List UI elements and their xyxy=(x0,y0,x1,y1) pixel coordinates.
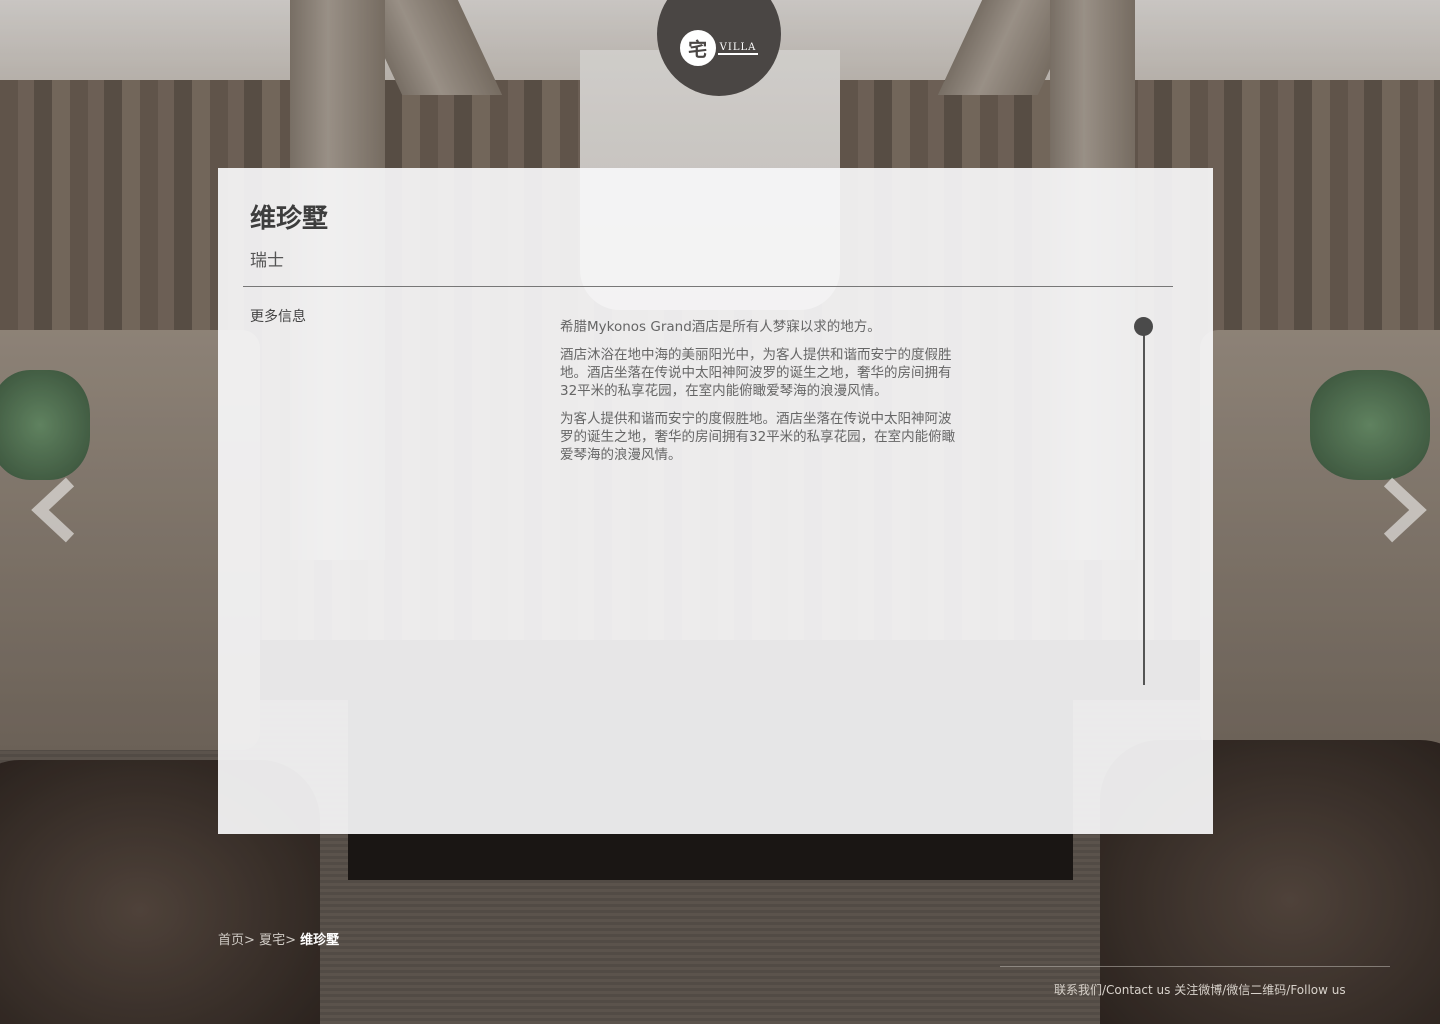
logo-glyph: 宅 xyxy=(679,30,716,66)
contact-link[interactable]: 联系我们/Contact us xyxy=(1054,983,1170,997)
footer-links: 联系我们/Contact us 关注微博/微信二维码/Follow us xyxy=(1054,981,1346,998)
more-info-link[interactable]: 更多信息 xyxy=(250,306,306,326)
property-card: 维珍墅 瑞士 更多信息 希腊Mykonos Grand酒店是所有人梦寐以求的地方… xyxy=(218,168,1213,834)
breadcrumb-current: 维珍墅 xyxy=(300,933,340,948)
logo-tag: VILLA xyxy=(717,41,759,55)
breadcrumb-separator: > xyxy=(244,933,255,948)
description-paragraph: 酒店沐浴在地中海的美丽阳光中，为客人提供和谐而安宁的度假胜地。酒店坐落在传说中太… xyxy=(560,347,952,399)
breadcrumb-home[interactable]: 首页 xyxy=(218,933,244,948)
chevron-left-icon xyxy=(31,477,75,543)
property-title: 维珍墅 xyxy=(250,204,329,234)
breadcrumb: 首页> 夏宅> 维珍墅 xyxy=(218,929,339,948)
scrollbar-track[interactable] xyxy=(1143,318,1145,685)
follow-link[interactable]: 关注微博/微信二维码/Follow us xyxy=(1174,983,1345,997)
breadcrumb-separator: > xyxy=(285,933,296,948)
next-arrow-button[interactable] xyxy=(1372,470,1432,550)
chevron-right-icon xyxy=(1383,477,1427,543)
property-location: 瑞士 xyxy=(250,251,284,271)
property-description: 希腊Mykonos Grand酒店是所有人梦寐以求的地方。 酒店沐浴在地中海的美… xyxy=(560,318,960,474)
footer-divider xyxy=(1000,966,1390,967)
description-paragraph: 为客人提供和谐而安宁的度假胜地。酒店坐落在传说中太阳神阿波罗的诞生之地，奢华的房… xyxy=(560,411,956,463)
scrollbar-thumb[interactable] xyxy=(1134,317,1153,336)
card-divider xyxy=(243,286,1173,287)
description-paragraph: 希腊Mykonos Grand酒店是所有人梦寐以求的地方。 xyxy=(560,319,881,335)
prev-arrow-button[interactable] xyxy=(26,470,86,550)
breadcrumb-category[interactable]: 夏宅 xyxy=(259,933,285,948)
logo-emblem: 宅 VILLA xyxy=(679,30,759,66)
